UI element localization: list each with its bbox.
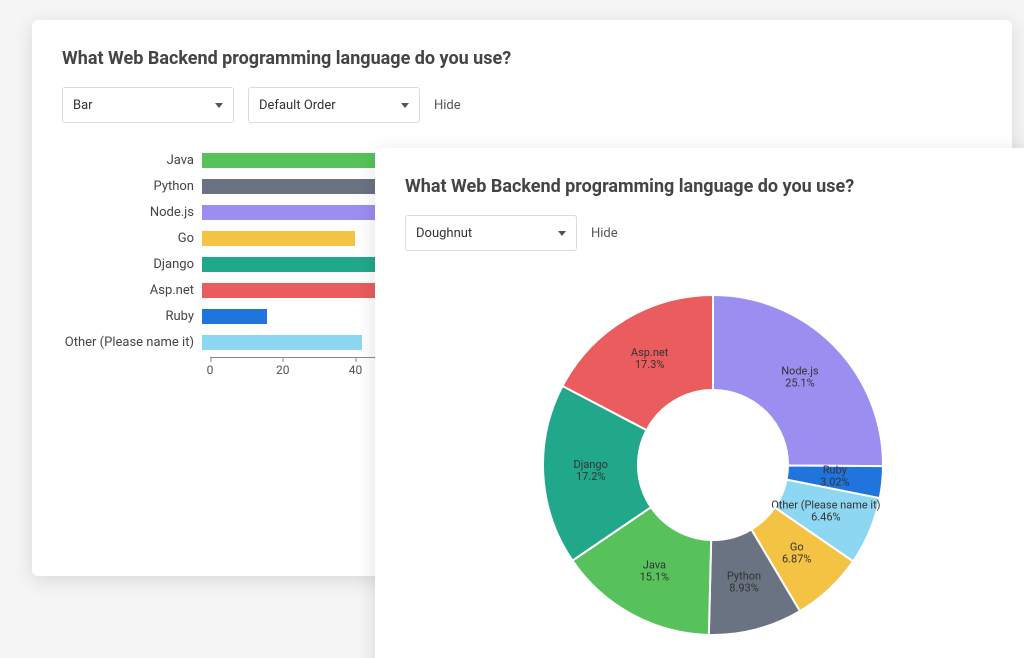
bar-category-label: Python [62,179,202,194]
bar-fill [202,179,402,194]
bar-category-label: Go [62,231,202,246]
chevron-down-icon [558,231,566,236]
chart-type-select[interactable]: Bar [62,87,234,123]
chart-type-select-value: Bar [73,98,93,113]
bar-row: Ruby [62,303,402,329]
slice-label: Java15.1% [640,559,670,584]
bar-chart: Java Python Node.js Go Django Asp.net Ruby Othe… [62,147,402,427]
chart-type-select-value: Doughnut [416,226,472,241]
bar-category-label: Other (Please name it) [62,335,202,350]
doughnut-chart-card: What Web Backend programming language do… [375,148,1024,658]
bar-fill [202,231,355,246]
bar-fill [202,205,402,220]
bar-row: Asp.net [62,277,402,303]
bar-track [202,283,402,298]
order-select[interactable]: Default Order [248,87,420,123]
card-title: What Web Backend programming language do… [62,48,982,69]
slice-label: Python8.93% [727,570,761,595]
slice-label: Asp.net17.3% [631,346,669,371]
bar-track [202,335,402,350]
bar-row: Python [62,173,402,199]
bar-track [202,257,402,272]
bar-row: Go [62,225,402,251]
bar-category-label: Django [62,257,202,272]
chevron-down-icon [215,103,223,108]
hide-link[interactable]: Hide [434,98,461,113]
order-select-value: Default Order [259,98,336,113]
slice-label: Ruby3.02% [820,463,850,488]
bar-track [202,205,402,220]
bar-track [202,231,402,246]
bar-category-label: Node.js [62,205,202,220]
hide-link[interactable]: Hide [591,226,618,241]
bar-row: Django [62,251,402,277]
bar-track [202,179,402,194]
bar-row: Java [62,147,402,173]
bar-fill [202,309,267,324]
bar-fill [202,283,402,298]
chevron-down-icon [401,103,409,108]
controls-row: Bar Default Order Hide [62,87,982,123]
bar-row: Other (Please name it) [62,329,402,355]
bar-category-label: Java [62,153,202,168]
slice-label: Node.js25.1% [781,365,819,390]
controls-row: Doughnut Hide [405,215,1021,251]
bar-category-label: Ruby [62,309,202,324]
bar-fill [202,335,362,350]
card-title: What Web Backend programming language do… [405,176,1021,197]
bar-track [202,153,402,168]
bar-fill [202,257,402,272]
bar-category-label: Asp.net [62,283,202,298]
doughnut-chart: Node.js25.1%Ruby3.02%Other (Please name … [405,275,1021,655]
slice-label: Django17.2% [574,458,608,483]
chart-type-select[interactable]: Doughnut [405,215,577,251]
bar-fill [202,153,402,168]
bar-row: Node.js [62,199,402,225]
bar-track [202,309,402,324]
